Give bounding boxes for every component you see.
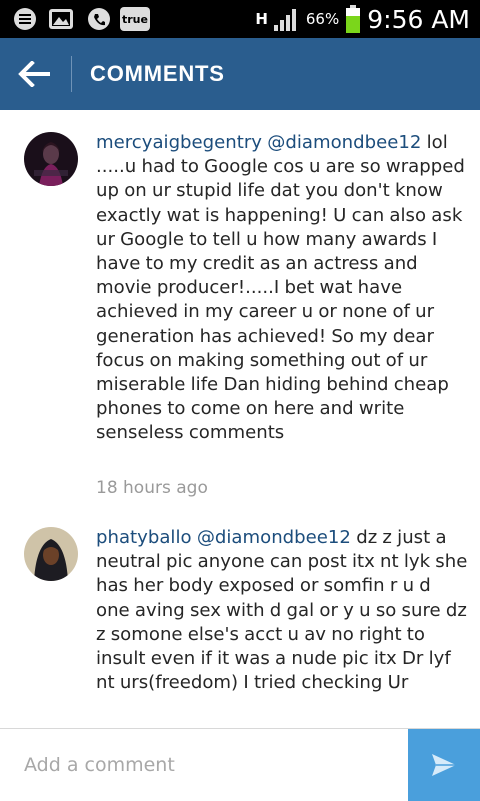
battery-percent: 66% bbox=[305, 10, 340, 28]
avatar[interactable] bbox=[24, 132, 78, 186]
comment-timestamp: 18 hours ago bbox=[96, 478, 208, 498]
signal-icon bbox=[273, 9, 296, 31]
clock: 9:56 AM bbox=[367, 4, 470, 34]
status-bar: true H 66% 9:56 AM bbox=[0, 0, 480, 38]
phone-notification-icon bbox=[88, 8, 110, 30]
comment-item: mercyaigbegentry @diamondbee12 lol .....… bbox=[0, 132, 480, 512]
comment-text-block: mercyaigbegentry @diamondbee12 lol .....… bbox=[96, 131, 468, 446]
menu-notification-icon bbox=[14, 8, 36, 30]
comment-input[interactable] bbox=[24, 749, 394, 781]
page-title: COMMENTS bbox=[90, 61, 225, 86]
avatar[interactable] bbox=[24, 527, 78, 581]
gallery-notification-icon bbox=[49, 9, 73, 29]
comment-text-block: phatyballo @diamondbee12 dz z just a neu… bbox=[96, 526, 468, 695]
comment-mention[interactable]: @diamondbee12 bbox=[267, 132, 421, 153]
header-divider bbox=[71, 56, 72, 92]
app-header: COMMENTS bbox=[0, 38, 480, 110]
comment-list[interactable]: mercyaigbegentry @diamondbee12 lol .....… bbox=[0, 110, 480, 728]
comment-composer bbox=[0, 728, 480, 801]
send-icon bbox=[432, 754, 456, 776]
arrow-left-icon bbox=[18, 61, 50, 87]
comment-item: phatyballo @diamondbee12 dz z just a neu… bbox=[0, 527, 480, 728]
send-button[interactable] bbox=[408, 729, 480, 801]
carrier-badge: true bbox=[120, 7, 150, 31]
comment-text: lol .....u had to Google cos u are so wr… bbox=[96, 132, 465, 444]
comment-text: dz z just a neutral pic anyone can post … bbox=[96, 527, 468, 694]
comment-username[interactable]: mercyaigbegentry bbox=[96, 132, 262, 153]
comment-mention[interactable]: @diamondbee12 bbox=[197, 527, 351, 548]
battery-icon bbox=[346, 5, 361, 33]
comment-username[interactable]: phatyballo bbox=[96, 527, 192, 548]
network-type: H bbox=[255, 10, 268, 28]
back-button[interactable] bbox=[10, 50, 60, 98]
